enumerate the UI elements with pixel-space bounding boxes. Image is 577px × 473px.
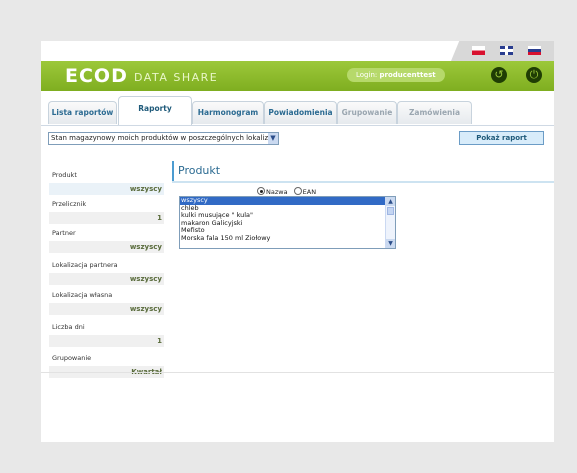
filter-value: 1 bbox=[49, 212, 164, 224]
radio-ean-label: EAN bbox=[302, 188, 317, 196]
list-item[interactable]: Morska fala 150 ml Ziołowy bbox=[180, 234, 395, 243]
chevron-down-icon[interactable]: ▼ bbox=[268, 133, 278, 144]
product-panel-title: Produkt bbox=[178, 164, 221, 177]
filter-value: wszyscy bbox=[49, 241, 164, 253]
flag-pl-icon[interactable] bbox=[472, 46, 485, 55]
filter-produkt[interactable]: Produkt wszyscy bbox=[49, 169, 164, 197]
search-mode-radios: Nazwa EAN bbox=[257, 187, 316, 196]
login-label: Login: bbox=[356, 71, 378, 79]
filter-label: Lokalizacja własna bbox=[52, 291, 113, 299]
filter-label: Produkt bbox=[52, 171, 77, 179]
logo-subtitle: DATA SHARE bbox=[134, 71, 219, 84]
tab-lista-raportow[interactable]: Lista raportów bbox=[48, 101, 117, 124]
filter-label: Grupowanie bbox=[52, 354, 92, 362]
filter-label: Lokalizacja partnera bbox=[52, 261, 118, 269]
app-page: ECOD DATA SHARE Login: producenttest ↺ ⏻… bbox=[41, 41, 554, 442]
product-listbox[interactable]: wszyscy chleb kulki musujące " kula" mak… bbox=[179, 196, 396, 249]
tab-zamowienia: Zamówienia bbox=[397, 101, 472, 124]
flag-ru-icon[interactable] bbox=[528, 46, 541, 55]
language-bar bbox=[41, 41, 554, 61]
listbox-scrollbar[interactable]: ▲ ▼ bbox=[385, 197, 395, 248]
filter-partner[interactable]: Partner wszyscy bbox=[49, 227, 164, 255]
report-select[interactable]: Stan magazynowy moich produktów w poszcz… bbox=[48, 132, 279, 145]
radio-ean[interactable] bbox=[293, 187, 302, 195]
logo: ECOD bbox=[65, 65, 128, 87]
tab-raporty[interactable]: Raporty bbox=[118, 96, 192, 125]
filter-value: wszyscy bbox=[49, 303, 164, 315]
filter-label: Liczba dni bbox=[52, 323, 85, 331]
filter-value: wszyscy bbox=[49, 273, 164, 285]
radio-nazwa-label: Nazwa bbox=[266, 188, 288, 196]
show-report-button[interactable]: Pokaż raport bbox=[459, 131, 544, 145]
filter-grupowanie[interactable]: Grupowanie Kwartał bbox=[49, 352, 164, 380]
flag-uk-icon[interactable] bbox=[500, 46, 513, 55]
filter-liczba-dni[interactable]: Liczba dni 1 bbox=[49, 321, 164, 349]
content-divider bbox=[41, 372, 554, 373]
filter-label: Przelicznik bbox=[52, 200, 87, 208]
tab-harmonogram[interactable]: Harmonogram bbox=[192, 101, 264, 124]
scroll-thumb[interactable] bbox=[387, 207, 394, 215]
tab-grupowanie: Grupowanie bbox=[337, 101, 397, 124]
filter-przelicznik[interactable]: Przelicznik 1 bbox=[49, 198, 164, 226]
list-item[interactable]: makaron Galicyjski bbox=[180, 219, 395, 228]
scroll-up-icon[interactable]: ▲ bbox=[386, 197, 395, 206]
power-icon[interactable]: ⏻ bbox=[526, 67, 542, 83]
tab-powiadomienia[interactable]: Powiadomienia bbox=[264, 101, 337, 124]
login-badge: Login: producenttest bbox=[347, 68, 445, 82]
report-select-value: Stan magazynowy moich produktów w poszcz… bbox=[51, 134, 279, 142]
scroll-down-icon[interactable]: ▼ bbox=[386, 239, 395, 248]
filter-value: wszyscy bbox=[49, 183, 164, 195]
back-arrow-icon[interactable]: ↺ bbox=[491, 67, 507, 83]
list-item[interactable]: wszyscy bbox=[180, 197, 395, 205]
product-panel-header: Produkt bbox=[172, 161, 554, 183]
filter-label: Partner bbox=[52, 229, 76, 237]
login-user: producenttest bbox=[379, 71, 436, 79]
filter-lokalizacja-partnera[interactable]: Lokalizacja partnera wszyscy bbox=[49, 259, 164, 287]
filter-lokalizacja-wlasna[interactable]: Lokalizacja własna wszyscy bbox=[49, 289, 164, 317]
radio-nazwa[interactable] bbox=[257, 187, 265, 195]
filter-value: 1 bbox=[49, 335, 164, 347]
tab-bar: Lista raportów Raporty Harmonogram Powia… bbox=[41, 93, 554, 126]
app-header: ECOD DATA SHARE Login: producenttest ↺ ⏻ bbox=[41, 61, 554, 91]
